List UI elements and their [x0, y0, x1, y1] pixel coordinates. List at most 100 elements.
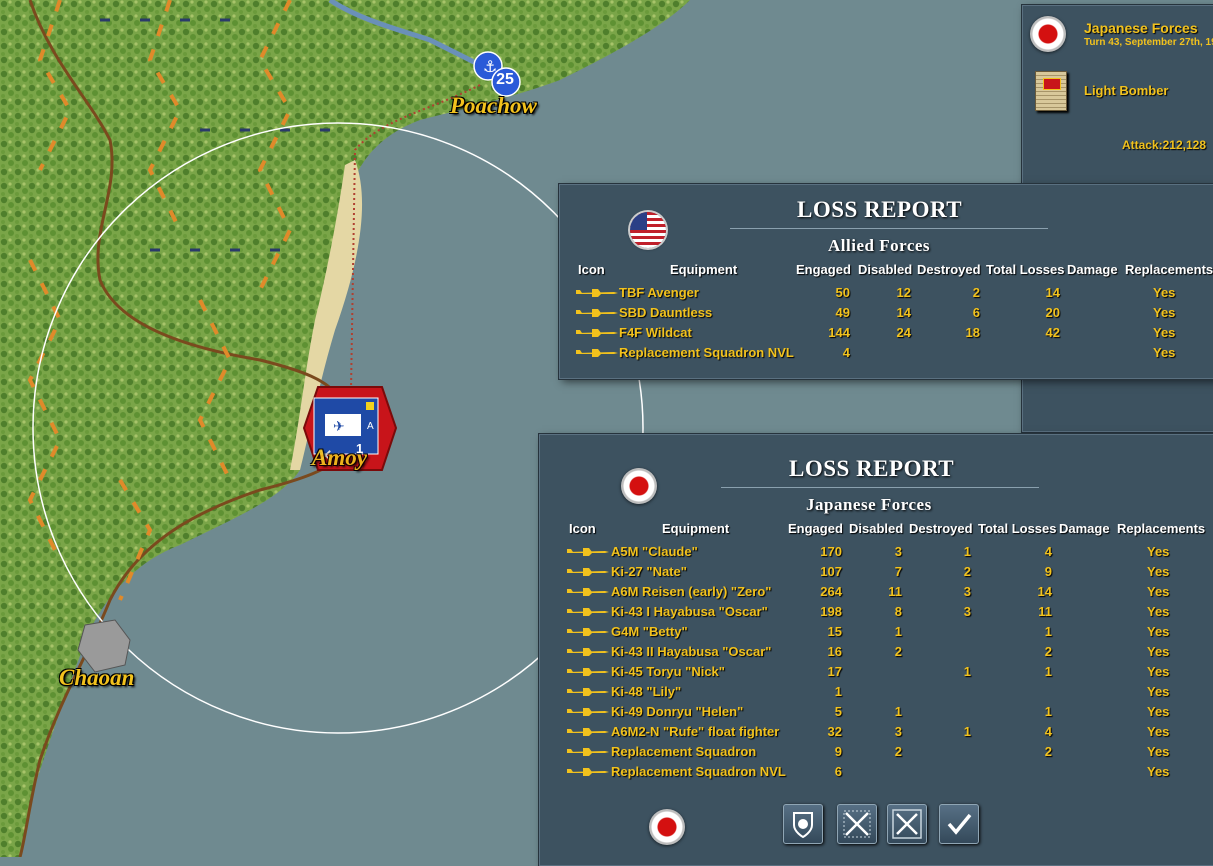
cell-total: 42 [1045, 325, 1060, 340]
aircraft-icon [567, 768, 609, 776]
checkmark-icon [947, 813, 972, 835]
aircraft-icon [576, 349, 618, 357]
cell-equipment[interactable]: A5M "Claude" [611, 544, 698, 559]
attack-value: Attack:212,128 [1121, 138, 1206, 152]
column-header: Damage [1067, 262, 1118, 277]
cell-replacements: Yes [1147, 584, 1170, 599]
cell-engaged: 15 [827, 624, 842, 639]
cell-total: 11 [1038, 604, 1052, 619]
japan-flag-icon [1030, 16, 1066, 52]
cell-total: 4 [1044, 724, 1052, 739]
city-label-poachow: Poachow [450, 93, 537, 118]
cell-equipment[interactable]: SBD Dauntless [619, 305, 712, 320]
battle-alt-button[interactable] [887, 804, 927, 844]
cell-destroyed: 3 [963, 604, 971, 619]
cell-total: 2 [1044, 644, 1052, 659]
aircraft-icon [567, 568, 609, 576]
cell-destroyed: 1 [963, 544, 971, 559]
cell-destroyed: 2 [963, 564, 971, 579]
aircraft-icon [567, 728, 609, 736]
column-header: Replacements [1125, 262, 1213, 277]
confirm-button[interactable] [939, 804, 979, 844]
cell-equipment[interactable]: Ki-43 I Hayabusa "Oscar" [611, 604, 768, 619]
cell-equipment[interactable]: F4F Wildcat [619, 325, 692, 340]
japan-flag-icon [649, 809, 685, 845]
cell-total: 9 [1044, 564, 1052, 579]
cell-equipment[interactable]: Replacement Squadron [611, 744, 756, 759]
side-panel-title: Japanese Forces [1084, 20, 1198, 36]
cell-equipment[interactable]: TBF Avenger [619, 285, 699, 300]
column-header: Engaged [788, 521, 843, 536]
aircraft-icon [567, 648, 609, 656]
cell-engaged: 50 [835, 285, 850, 300]
aircraft-icon [567, 588, 609, 596]
column-header: Replacements [1117, 521, 1206, 536]
japanese-loss-report-panel: LOSS REPORT Japanese Forces Icon Equipmen… [539, 434, 1213, 866]
cell-equipment[interactable]: Ki-27 "Nate" [611, 564, 687, 579]
cell-replacements: Yes [1153, 305, 1176, 320]
cell-replacements: Yes [1147, 644, 1170, 659]
cell-disabled: 7 [894, 564, 902, 579]
unit-type-label: Light Bomber [1084, 83, 1169, 98]
aircraft-icon [576, 329, 618, 337]
cell-replacements: Yes [1147, 744, 1170, 759]
skull-shield-button[interactable] [783, 804, 823, 844]
cell-engaged: 264 [820, 584, 842, 599]
aircraft-icon [567, 548, 609, 556]
cell-engaged: 6 [834, 764, 842, 779]
cell-equipment[interactable]: Ki-49 Donryu "Helen" [611, 704, 743, 719]
column-header: Equipment [662, 521, 730, 536]
column-header: Disabled [858, 262, 913, 277]
aircraft-icon [576, 309, 618, 317]
column-header: Disabled [849, 521, 904, 536]
japanese-title-rule [721, 487, 1039, 488]
aircraft-icon [567, 748, 609, 756]
aircraft-icon [567, 668, 609, 676]
cell-equipment[interactable]: Ki-45 Toryu "Nick" [611, 664, 725, 679]
cell-equipment[interactable]: A6M2-N "Rufe" float fighter [611, 724, 779, 739]
usa-flag-icon [630, 212, 666, 248]
cell-total: 1 [1044, 624, 1052, 639]
cell-engaged: 16 [827, 644, 842, 659]
skull-shield-icon [793, 812, 813, 839]
column-header: Total Losses [986, 262, 1065, 277]
cell-equipment[interactable]: G4M "Betty" [611, 624, 688, 639]
cell-equipment[interactable]: Replacement Squadron NVL [611, 764, 786, 779]
cell-engaged: 32 [827, 724, 842, 739]
cell-equipment[interactable]: Ki-48 "Lily" [611, 684, 681, 699]
cell-equipment[interactable]: A6M Reisen (early) "Zero" [611, 584, 771, 599]
cell-total: 1 [1044, 704, 1052, 719]
cell-equipment[interactable]: Ki-43 II Hayabusa "Oscar" [611, 644, 771, 659]
unit-counter-number: 1 [356, 441, 364, 456]
side-panel-turn: Turn 43, September 27th, 194 [1084, 37, 1213, 48]
cell-replacements: Yes [1147, 664, 1170, 679]
cell-replacements: Yes [1147, 764, 1170, 779]
cell-disabled: 11 [888, 584, 902, 599]
cell-disabled: 3 [894, 544, 902, 559]
cell-disabled: 12 [896, 285, 911, 300]
cell-total: 20 [1045, 305, 1060, 320]
cell-engaged: 17 [827, 664, 842, 679]
column-header: Total Losses [978, 521, 1057, 536]
allied-report-subtitle: Allied Forces [828, 236, 931, 255]
cell-engaged: 4 [842, 345, 850, 360]
column-header: Engaged [796, 262, 851, 277]
cell-disabled: 14 [896, 305, 911, 320]
unit-stack-icon[interactable] [1035, 71, 1067, 111]
aircraft-icon [567, 688, 609, 696]
aircraft-icon [567, 608, 609, 616]
cell-replacements: Yes [1147, 704, 1170, 719]
column-header: Icon [569, 521, 596, 536]
city-label-chaoan: Chaoan [59, 665, 135, 690]
cell-engaged: 1 [834, 684, 842, 699]
cell-disabled: 8 [894, 604, 902, 619]
cell-disabled: 2 [894, 744, 902, 759]
cell-replacements: Yes [1147, 724, 1170, 739]
cell-destroyed: 1 [963, 664, 971, 679]
cell-destroyed: 1 [963, 724, 971, 739]
cell-equipment[interactable]: Replacement Squadron NVL [619, 345, 794, 360]
cell-replacements: Yes [1153, 285, 1176, 300]
cell-replacements: Yes [1147, 684, 1170, 699]
battle-button[interactable] [837, 804, 877, 844]
japanese-report-subtitle: Japanese Forces [806, 495, 932, 514]
